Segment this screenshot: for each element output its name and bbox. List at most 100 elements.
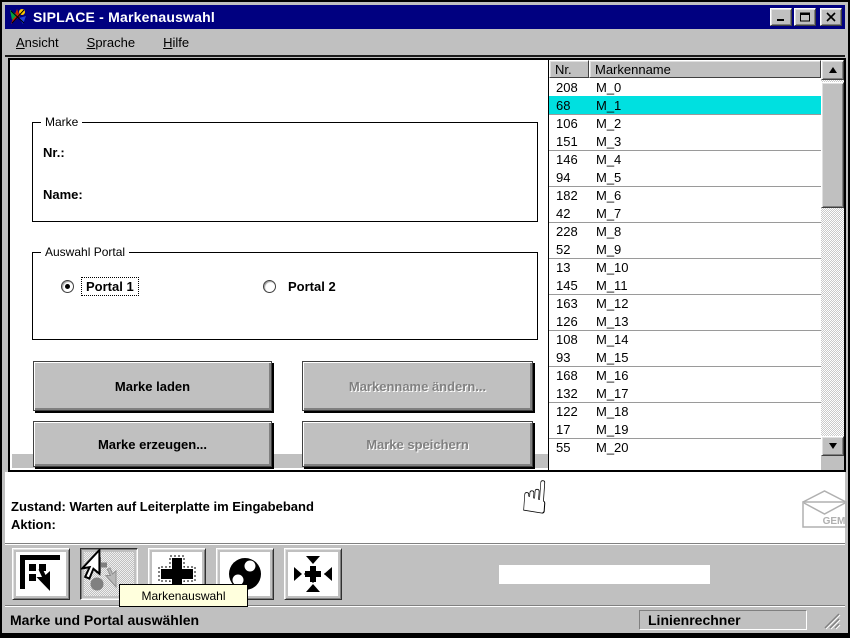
- row-name: M_15: [596, 349, 629, 365]
- screen: SIPLACE - Markenauswahl Ansicht Sprache …: [0, 0, 850, 638]
- radio-circle-icon: [61, 280, 74, 293]
- portal-radio[interactable]: Portal 2: [263, 277, 341, 296]
- aktion-text: Aktion:: [11, 517, 56, 532]
- machine-select-icon: [16, 552, 66, 596]
- row-nr: 151: [556, 133, 578, 149]
- center-mark-button[interactable]: [284, 548, 342, 600]
- list-row[interactable]: 93 M_15: [549, 348, 821, 366]
- toolbar-display-field: [499, 565, 710, 584]
- row-name: M_10: [596, 260, 629, 275]
- row-name: M_9: [596, 241, 622, 257]
- list-row[interactable]: 108 M_14: [549, 330, 821, 348]
- row-nr: 168: [556, 368, 578, 383]
- close-button[interactable]: [820, 8, 842, 26]
- row-name: M_11: [596, 277, 628, 293]
- row-nr: 122: [556, 404, 578, 419]
- list-row[interactable]: 94 M_5: [549, 168, 821, 186]
- nr-label: Nr.:: [43, 145, 65, 160]
- portal-1-label: Portal 1: [81, 277, 139, 296]
- list-row[interactable]: 145 M_11: [549, 276, 821, 294]
- scroll-up-button[interactable]: [821, 60, 844, 80]
- marke-erzeugen-button[interactable]: Marke erzeugen...: [33, 421, 272, 467]
- row-nr: 13: [556, 260, 571, 275]
- title-bar[interactable]: SIPLACE - Markenauswahl: [5, 5, 845, 29]
- resize-grip[interactable]: [819, 610, 841, 630]
- list-row[interactable]: 182 M_6: [549, 186, 821, 204]
- row-nr: 94: [556, 169, 571, 185]
- row-nr: 68: [556, 97, 571, 113]
- list-row[interactable]: 106 M_2: [549, 114, 821, 132]
- row-name: M_4: [596, 152, 622, 167]
- row-name: M_7: [596, 205, 622, 221]
- row-name: M_14: [596, 332, 629, 347]
- minimize-icon: [777, 19, 784, 21]
- marke-laden-button[interactable]: Marke laden: [33, 361, 272, 411]
- menu-sprache[interactable]: Sprache: [81, 33, 143, 52]
- list-row[interactable]: 168 M_16: [549, 366, 821, 384]
- minimize-button[interactable]: [770, 8, 792, 26]
- maximize-icon: [800, 12, 810, 22]
- row-nr: 146: [556, 152, 578, 167]
- radio-circle-icon: [263, 280, 276, 293]
- marke-groupbox: Marke Nr.: Name:: [32, 115, 538, 222]
- menu-separator: [5, 55, 845, 57]
- portal-group-title: Auswahl Portal: [41, 245, 130, 259]
- tooltip: Markenauswahl: [119, 584, 248, 607]
- row-nr: 106: [556, 116, 578, 131]
- scrollbar-track[interactable]: [821, 60, 844, 456]
- toolbar: Markenauswahl: [5, 543, 845, 607]
- menu-hilfe[interactable]: Hilfe: [157, 33, 197, 52]
- list-row[interactable]: 52 M_9: [549, 240, 821, 258]
- arrow-down-icon: [828, 443, 837, 449]
- arrow-up-icon: [828, 67, 837, 73]
- scrollbar-thumb[interactable]: [821, 82, 844, 208]
- scroll-down-button[interactable]: [821, 436, 844, 456]
- menu-ansicht[interactable]: Ansicht: [10, 33, 67, 52]
- list-row[interactable]: 126 M_13: [549, 312, 821, 330]
- list-row[interactable]: 55 M_20: [549, 438, 821, 456]
- list-row[interactable]: 132 M_17: [549, 384, 821, 402]
- row-name: M_16: [596, 368, 629, 383]
- status-area: Zustand: Warten auf Leiterplatte im Eing…: [5, 469, 847, 543]
- row-name: M_13: [596, 313, 629, 329]
- row-nr: 132: [556, 385, 578, 401]
- status-bar: Marke und Portal auswählen Linienrechner: [5, 605, 845, 633]
- main-panel: Marke Nr.: Name: Auswahl Portal Portal 1…: [8, 58, 846, 472]
- list-row[interactable]: 122 M_18: [549, 402, 821, 420]
- list-row[interactable]: 151 M_3: [549, 132, 821, 150]
- column-header-nr[interactable]: Nr.: [549, 60, 589, 78]
- application-window: SIPLACE - Markenauswahl Ansicht Sprache …: [2, 2, 848, 633]
- list-row[interactable]: 13 M_10: [549, 258, 821, 276]
- mouse-cursor-icon: [81, 549, 101, 580]
- pointing-hand-icon: ☝: [519, 469, 551, 525]
- row-nr: 163: [556, 296, 578, 311]
- row-name: M_5: [596, 169, 622, 185]
- mark-list-rows: 208 M_0 68 M_1 106 M_2 151 M_3 146 M_4 94 M_5 182 M_6…: [549, 78, 821, 470]
- app-icon: [8, 7, 28, 27]
- portal-radio[interactable]: Portal 1: [61, 277, 139, 296]
- list-row[interactable]: 228 M_8: [549, 222, 821, 240]
- list-row[interactable]: 146 M_4: [549, 150, 821, 168]
- statusbar-message: Marke und Portal auswählen: [10, 612, 200, 628]
- machine-select-button[interactable]: [12, 548, 70, 600]
- list-row[interactable]: 17 M_19: [549, 420, 821, 438]
- scrollbar-footer: [821, 456, 844, 470]
- row-name: M_2: [596, 116, 622, 131]
- row-name: M_8: [596, 224, 622, 239]
- portal-2-label: Portal 2: [288, 279, 336, 294]
- marke-speichern-button: Marke speichern: [302, 421, 533, 467]
- list-row[interactable]: 163 M_12: [549, 294, 821, 312]
- maximize-button[interactable]: [794, 8, 816, 26]
- gem-label: GEM: [823, 516, 846, 527]
- row-nr: 145: [556, 277, 578, 293]
- row-name: M_12: [596, 296, 629, 311]
- row-nr: 228: [556, 224, 578, 239]
- list-row[interactable]: 42 M_7: [549, 204, 821, 222]
- row-name: M_20: [596, 440, 629, 455]
- list-row[interactable]: 208 M_0: [549, 78, 821, 96]
- column-header-markenname[interactable]: Markenname: [589, 60, 821, 78]
- gem-envelope-icon: GEM: [802, 490, 847, 528]
- row-nr: 93: [556, 349, 571, 365]
- list-row[interactable]: 68 M_1: [549, 96, 821, 114]
- row-name: M_18: [596, 404, 629, 419]
